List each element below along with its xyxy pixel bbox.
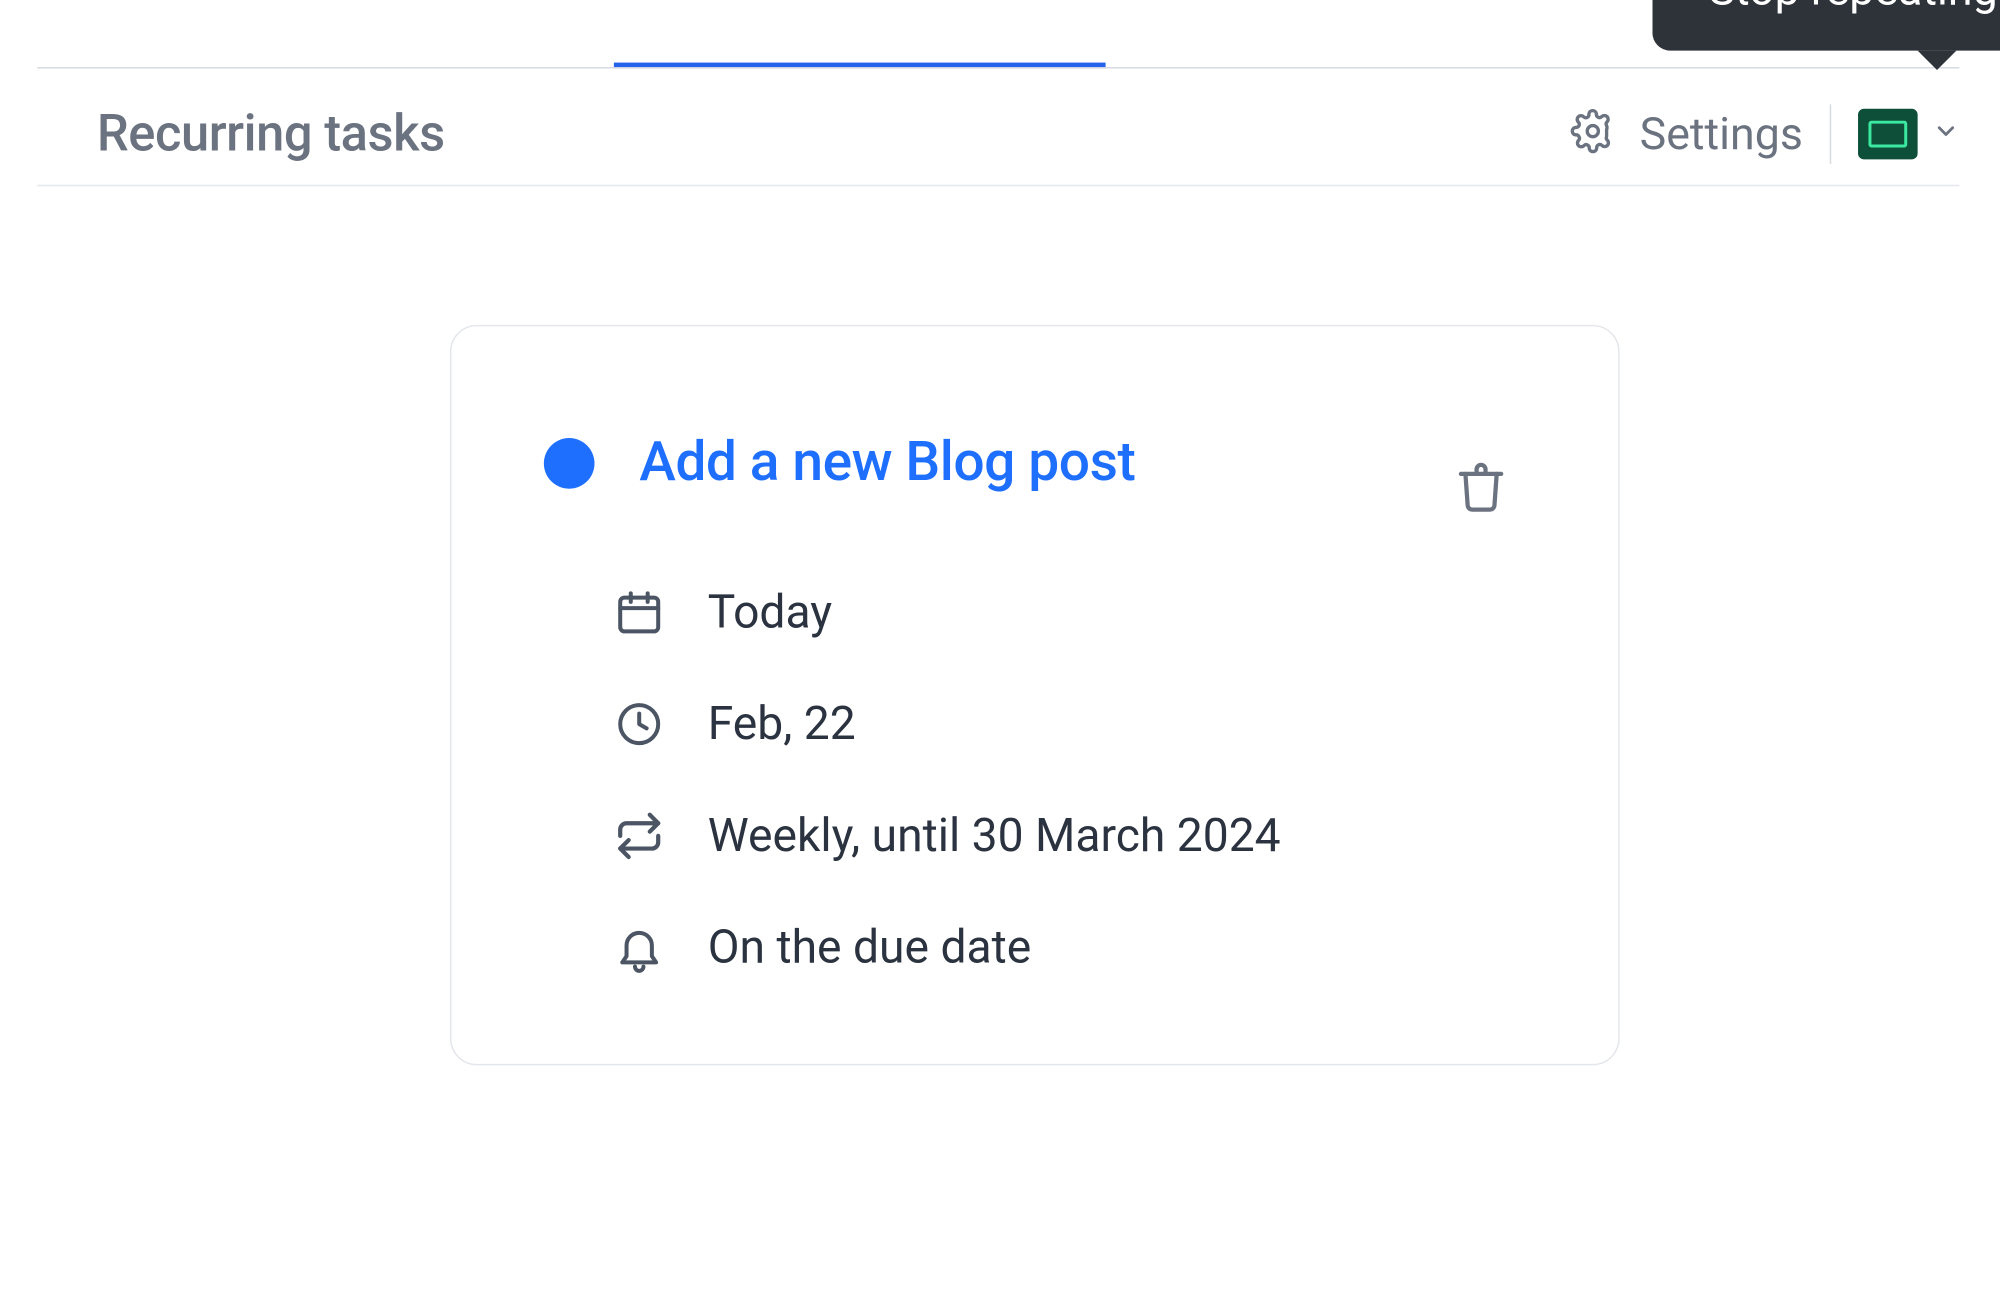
time-row[interactable]: Feb, 22: [612, 696, 1525, 751]
header-divider: [37, 67, 1959, 68]
header-actions: Settings: [1571, 104, 1959, 164]
clock-icon: [612, 697, 666, 751]
settings-button[interactable]: Settings: [1571, 108, 1803, 160]
status-dot[interactable]: [544, 437, 595, 488]
reminder-text: On the due date: [708, 919, 1031, 974]
chevron-down-icon: [1933, 118, 1960, 151]
task-details: Today Feb, 22: [612, 584, 1525, 974]
calendar-icon: [612, 585, 666, 639]
due-date-row[interactable]: Today: [612, 584, 1525, 639]
recurrence-text: Weekly, until 30 March 2024: [708, 808, 1281, 863]
time-text: Feb, 22: [708, 696, 856, 751]
task-title[interactable]: Add a new Blog post: [639, 431, 1135, 495]
task-header: Add a new Blog post: [544, 431, 1526, 495]
task-card: Add a new Blog post Today: [450, 325, 1620, 1066]
view-thumbnail-icon: [1858, 109, 1918, 160]
header-divider-bottom: [37, 185, 1959, 186]
vertical-divider: [1830, 104, 1831, 164]
repeat-icon: [612, 808, 666, 862]
delete-tooltip: Stop repeating task: [1652, 0, 2000, 51]
recurrence-row[interactable]: Weekly, until 30 March 2024: [612, 808, 1525, 863]
reminder-row[interactable]: On the due date: [612, 919, 1525, 974]
settings-label: Settings: [1640, 108, 1803, 160]
gear-icon: [1571, 109, 1616, 160]
due-date-text: Today: [708, 584, 832, 639]
page-header: Recurring tasks Settings: [37, 89, 1959, 178]
page-title: Recurring tasks: [97, 104, 445, 164]
bell-icon: [612, 920, 666, 974]
view-switcher[interactable]: [1858, 109, 1959, 160]
